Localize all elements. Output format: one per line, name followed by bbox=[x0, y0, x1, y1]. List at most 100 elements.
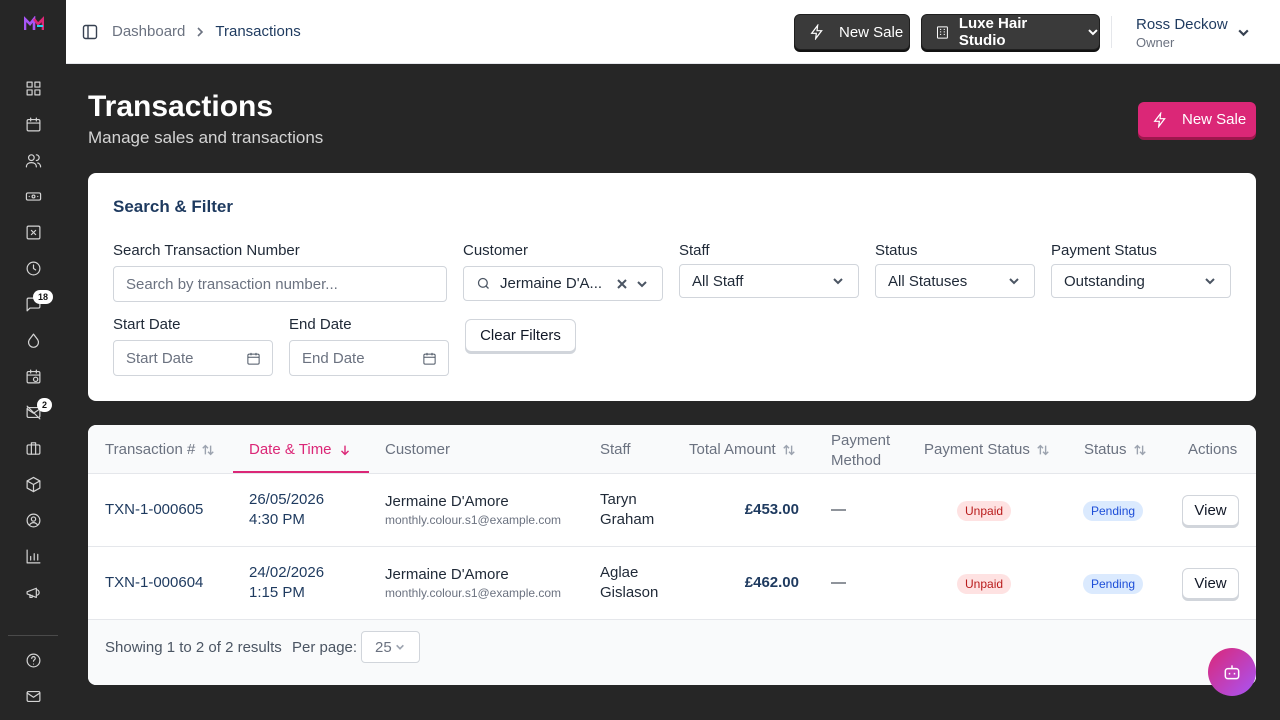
calendar-icon bbox=[423, 352, 436, 365]
customer-cell: Jermaine D'Amore monthly.colour.s1@examp… bbox=[385, 565, 561, 601]
staff-last: Graham bbox=[600, 511, 655, 528]
nav-dashboard[interactable] bbox=[0, 70, 66, 106]
user-menu[interactable]: Ross Deckow Owner bbox=[1136, 16, 1228, 50]
date-text: 26/05/2026 bbox=[249, 491, 325, 508]
customer-select[interactable]: Jermaine D'A... bbox=[463, 266, 663, 301]
transaction-date: 24/02/2026 1:15 PM bbox=[249, 563, 324, 603]
per-page-label: Per page: bbox=[292, 639, 358, 656]
sidebar-divider bbox=[8, 635, 58, 636]
user-circle-icon bbox=[26, 513, 40, 527]
col-method-label-2: Method bbox=[831, 452, 882, 469]
view-button[interactable]: View bbox=[1182, 568, 1239, 599]
col-transaction[interactable]: Transaction # bbox=[105, 441, 215, 458]
chevron-down-icon bbox=[1088, 29, 1098, 36]
end-date-input[interactable]: End Date bbox=[289, 340, 449, 376]
mail-icon bbox=[26, 690, 40, 702]
box-icon bbox=[26, 476, 40, 492]
time-text: 1:15 PM bbox=[249, 584, 305, 601]
chevron-down-icon bbox=[1205, 278, 1215, 285]
sort-icon bbox=[202, 444, 215, 455]
sidebar-toggle-icon[interactable] bbox=[82, 24, 98, 40]
status-select[interactable]: All Statuses bbox=[875, 264, 1035, 298]
clear-icon[interactable] bbox=[616, 278, 628, 290]
staff-select[interactable]: All Staff bbox=[679, 264, 859, 298]
customer-name: Jermaine D'Amore bbox=[385, 493, 509, 510]
page-title: Transactions bbox=[88, 90, 274, 123]
nav-inventory[interactable] bbox=[0, 466, 66, 502]
nav-mail-off[interactable]: 2 bbox=[0, 394, 66, 430]
nav-cancellations[interactable] bbox=[0, 214, 66, 250]
col-amount-label: Total Amount bbox=[689, 441, 776, 458]
nav-calendar[interactable] bbox=[0, 106, 66, 142]
customer-email: monthly.colour.s1@example.com bbox=[385, 513, 562, 527]
nav-help[interactable] bbox=[0, 642, 66, 678]
nav-reports[interactable] bbox=[0, 538, 66, 574]
app-logo[interactable] bbox=[24, 16, 44, 32]
transaction-number[interactable]: TXN-1-000605 bbox=[105, 500, 203, 520]
col-staff-label: Staff bbox=[600, 441, 631, 458]
ticket-icon bbox=[25, 191, 41, 201]
nav-clients[interactable] bbox=[0, 142, 66, 178]
col-total-amount[interactable]: Total Amount bbox=[689, 441, 796, 458]
start-date-label: Start Date bbox=[113, 316, 181, 333]
user-chevron-down-icon[interactable] bbox=[1237, 26, 1250, 39]
assistant-button[interactable] bbox=[1208, 648, 1256, 696]
chevron-down-icon bbox=[1009, 278, 1019, 285]
view-button[interactable]: View bbox=[1182, 495, 1239, 526]
calendar-clock-icon bbox=[26, 369, 40, 383]
staff-cell: Aglae Gislason bbox=[600, 563, 658, 603]
start-date-input[interactable]: Start Date bbox=[113, 340, 273, 376]
staff-first: Taryn bbox=[600, 491, 637, 508]
col-date-time[interactable]: Date & Time bbox=[249, 441, 352, 458]
nav-products[interactable] bbox=[0, 322, 66, 358]
breadcrumb-transactions[interactable]: Transactions bbox=[215, 23, 300, 40]
studio-selector[interactable]: Luxe Hair Studio bbox=[921, 14, 1100, 50]
col-actions-label: Actions bbox=[1188, 441, 1238, 458]
nav-schedule[interactable] bbox=[0, 358, 66, 394]
transaction-number[interactable]: TXN-1-000604 bbox=[105, 573, 203, 593]
calendar-icon bbox=[26, 117, 40, 131]
search-filter-card: Search & Filter Search Transaction Numbe… bbox=[88, 173, 1256, 401]
status-badge: Pending bbox=[1083, 501, 1144, 521]
per-page-select[interactable]: 25 bbox=[361, 631, 420, 663]
col-date-label: Date & Time bbox=[249, 441, 332, 458]
megaphone-icon bbox=[26, 587, 40, 598]
breadcrumb-dashboard[interactable]: Dashboard bbox=[112, 23, 185, 40]
nav-mail[interactable] bbox=[0, 678, 66, 714]
staff-label: Staff bbox=[679, 242, 710, 259]
col-transaction-label: Transaction # bbox=[105, 441, 196, 458]
nav-messages[interactable]: 18 bbox=[0, 286, 66, 322]
nav-marketing[interactable] bbox=[0, 574, 66, 610]
new-sale-button[interactable]: New Sale bbox=[1138, 102, 1256, 137]
table-row: TXN-1-000604 24/02/2026 1:15 PM Jermaine… bbox=[88, 547, 1256, 620]
transaction-search-input[interactable]: Search by transaction number... bbox=[113, 266, 447, 302]
payment-status-value: Outstanding bbox=[1064, 272, 1145, 290]
nav-sales[interactable] bbox=[0, 178, 66, 214]
search-label: Search Transaction Number bbox=[113, 242, 300, 259]
user-role: Owner bbox=[1136, 35, 1175, 50]
col-status[interactable]: Status bbox=[1084, 441, 1147, 458]
customer-name: Jermaine D'Amore bbox=[385, 566, 509, 583]
customer-cell: Jermaine D'Amore monthly.colour.s1@examp… bbox=[385, 492, 561, 528]
col-payment-status[interactable]: Payment Status bbox=[924, 441, 1050, 458]
topbar-divider bbox=[1111, 16, 1112, 48]
new-sale-top-label: New Sale bbox=[839, 23, 904, 41]
payment-status-badge: Unpaid bbox=[957, 501, 1012, 521]
nav-history[interactable] bbox=[0, 250, 66, 286]
sort-icon bbox=[1133, 444, 1146, 455]
search-icon bbox=[477, 277, 489, 289]
lightning-icon bbox=[1153, 111, 1166, 128]
nav-services[interactable] bbox=[0, 430, 66, 466]
new-sale-top-button[interactable]: New Sale bbox=[794, 14, 910, 50]
start-date-placeholder: Start Date bbox=[126, 349, 194, 367]
clear-filters-button[interactable]: Clear Filters bbox=[465, 319, 576, 352]
payment-status-select[interactable]: Outstanding bbox=[1051, 264, 1231, 298]
user-name: Ross Deckow bbox=[1136, 16, 1228, 33]
briefcase-icon bbox=[26, 441, 40, 455]
per-page-value: 25 bbox=[375, 638, 392, 656]
new-sale-label: New Sale bbox=[1182, 111, 1247, 128]
calendar-icon bbox=[247, 352, 260, 365]
nav-staff[interactable] bbox=[0, 502, 66, 538]
studio-name: Luxe Hair Studio bbox=[958, 15, 1028, 49]
page-subtitle: Manage sales and transactions bbox=[88, 128, 324, 147]
